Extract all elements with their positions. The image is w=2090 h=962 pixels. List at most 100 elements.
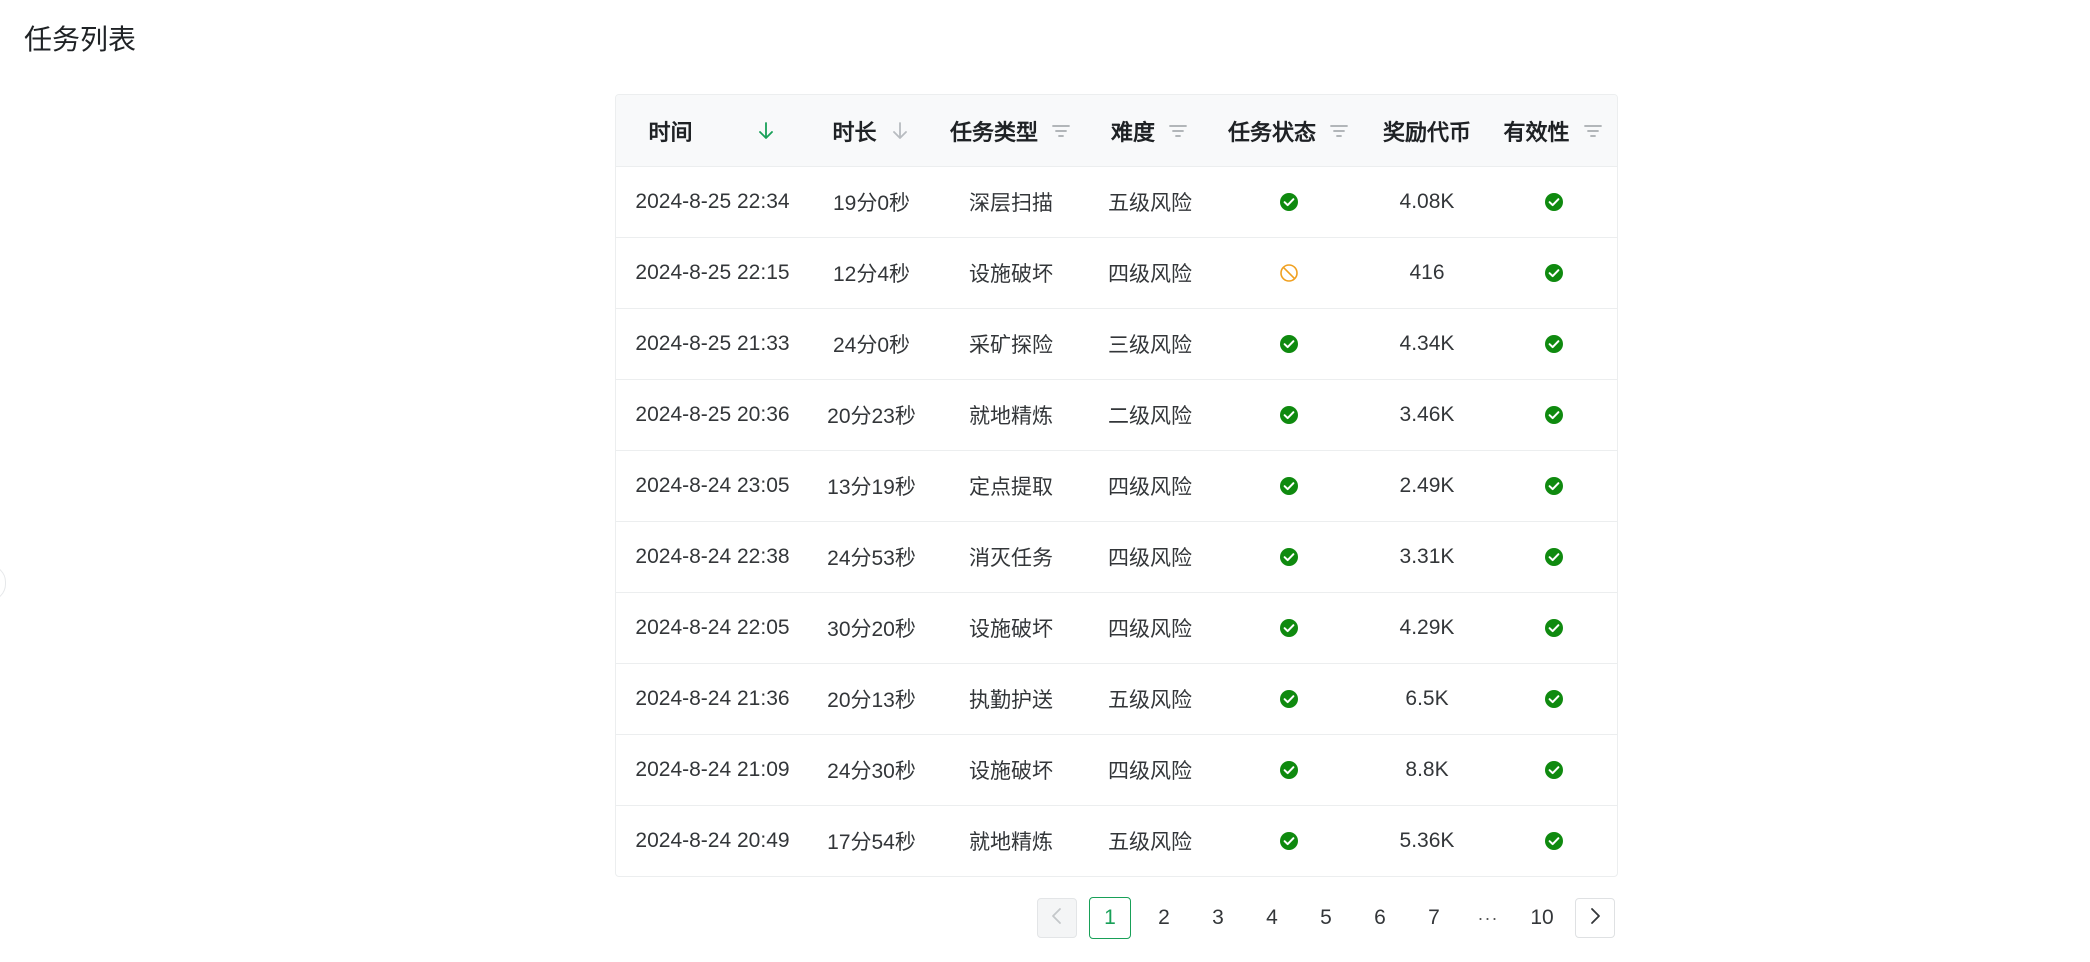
check-circle-icon — [1279, 616, 1299, 639]
column-header-label: 时间 — [648, 119, 693, 145]
page-item-1[interactable]: 1 — [1089, 897, 1131, 939]
filter-icon[interactable] — [1582, 120, 1604, 142]
column-header-validity: 有效性 — [1488, 95, 1617, 167]
cell-task-status — [1212, 308, 1366, 380]
column-header-time[interactable]: 时间 — [616, 95, 809, 167]
page-item-5[interactable]: 5 — [1305, 897, 1347, 939]
cell-duration: 24分30秒 — [809, 734, 934, 806]
check-circle-icon — [1279, 758, 1299, 781]
cell-duration: 19分0秒 — [809, 166, 934, 238]
column-header-label: 任务类型 — [949, 119, 1038, 145]
cell-duration: 24分0秒 — [809, 308, 934, 380]
check-circle-icon — [1279, 332, 1299, 355]
cell-duration: 20分13秒 — [809, 663, 934, 735]
cell-time: 2024-8-24 21:36 — [616, 663, 809, 735]
cell-reward: 6.5K — [1366, 663, 1488, 735]
column-header-label: 奖励代币 — [1382, 119, 1471, 145]
cell-task-status — [1212, 237, 1366, 309]
check-circle-icon — [1544, 758, 1564, 781]
column-header-duration[interactable]: 时长 — [809, 95, 934, 167]
cell-task-type: 采矿探险 — [934, 308, 1088, 380]
cell-task-status — [1212, 806, 1366, 877]
column-header-label: 时长 — [832, 119, 877, 145]
pagination: 1 2 3 4 5 6 7 ··· 10 — [1037, 897, 1615, 939]
cell-validity — [1488, 734, 1617, 806]
page: 任务列表 时间 时长 任务类型 难度 任务状态 奖励代币 有效性 2024-8-… — [0, 0, 2090, 962]
cell-validity — [1488, 806, 1617, 877]
cell-task-type: 设施破坏 — [934, 734, 1088, 806]
next-page-button[interactable] — [1575, 898, 1615, 938]
table-row: 2024-8-24 21:09 24分30秒 设施破坏 四级风险 8.8K — [616, 734, 1617, 806]
cell-time: 2024-8-24 22:38 — [616, 521, 809, 593]
check-circle-icon — [1544, 687, 1564, 710]
page-ellipsis[interactable]: ··· — [1467, 897, 1509, 939]
cell-task-status — [1212, 521, 1366, 593]
cell-difficulty: 二级风险 — [1088, 379, 1212, 451]
table-row: 2024-8-25 20:36 20分23秒 就地精炼 二级风险 3.46K — [616, 379, 1617, 451]
column-header-label: 任务状态 — [1227, 119, 1316, 145]
prev-page-button[interactable] — [1037, 898, 1077, 938]
cell-time: 2024-8-24 22:05 — [616, 592, 809, 664]
cell-reward: 4.08K — [1366, 166, 1488, 238]
cell-validity — [1488, 521, 1617, 593]
sort-desc-icon[interactable] — [889, 120, 911, 142]
table-row: 2024-8-25 22:34 19分0秒 深层扫描 五级风险 4.08K — [616, 166, 1617, 238]
table-row: 2024-8-25 22:15 12分4秒 设施破坏 四级风险 416 — [616, 237, 1617, 309]
cell-reward: 4.29K — [1366, 592, 1488, 664]
check-circle-icon — [1279, 545, 1299, 568]
cell-difficulty: 五级风险 — [1108, 831, 1192, 854]
cell-time: 2024-8-25 20:36 — [616, 379, 809, 451]
cell-reward: 5.36K — [1399, 829, 1455, 852]
page-title: 任务列表 — [24, 24, 137, 55]
cell-reward: 416 — [1366, 237, 1488, 309]
cell-validity — [1488, 663, 1617, 735]
cell-task-type: 设施破坏 — [934, 592, 1088, 664]
check-circle-icon — [1544, 261, 1564, 284]
cell-task-type: 就地精炼 — [934, 379, 1088, 451]
filter-icon[interactable] — [1167, 120, 1189, 142]
page-item-last[interactable]: 10 — [1521, 897, 1563, 939]
cell-task-status — [1212, 379, 1366, 451]
cell-task-status — [1212, 166, 1366, 238]
cell-task-type: 定点提取 — [934, 450, 1088, 522]
check-circle-icon — [1544, 474, 1564, 497]
cell-time: 2024-8-24 23:05 — [616, 450, 809, 522]
column-header-task-status: 任务状态 — [1212, 95, 1366, 167]
cell-difficulty: 四级风险 — [1088, 450, 1212, 522]
cell-reward: 3.31K — [1366, 521, 1488, 593]
table-row: 2024-8-24 22:38 24分53秒 消灭任务 四级风险 3.31K — [616, 521, 1617, 593]
sidebar-collapse-handle[interactable] — [0, 565, 6, 601]
sort-desc-active-icon[interactable] — [755, 120, 777, 142]
page-item-6[interactable]: 6 — [1359, 897, 1401, 939]
cell-time: 2024-8-25 21:33 — [616, 308, 809, 380]
column-header-label: 难度 — [1110, 119, 1155, 145]
cell-task-status — [1212, 663, 1366, 735]
cell-difficulty: 五级风险 — [1088, 663, 1212, 735]
chevron-right-icon — [1588, 907, 1602, 930]
cell-time: 2024-8-24 21:09 — [616, 734, 809, 806]
column-header-reward: 奖励代币 — [1366, 95, 1488, 167]
cell-reward: 8.8K — [1366, 734, 1488, 806]
cell-duration: 17分54秒 — [827, 831, 916, 854]
page-item-7[interactable]: 7 — [1413, 897, 1455, 939]
check-circle-icon — [1279, 829, 1299, 852]
page-item-2[interactable]: 2 — [1143, 897, 1185, 939]
prohibited-icon — [1279, 261, 1299, 284]
check-circle-icon — [1279, 403, 1299, 426]
check-circle-icon — [1544, 616, 1564, 639]
cell-time: 2024-8-25 22:15 — [616, 237, 809, 309]
filter-icon[interactable] — [1328, 120, 1350, 142]
check-circle-icon — [1544, 190, 1564, 213]
cell-validity — [1488, 308, 1617, 380]
table-row: 2024-8-24 21:36 20分13秒 执勤护送 五级风险 6.5K — [616, 663, 1617, 735]
cell-validity — [1488, 166, 1617, 238]
table-body: 2024-8-25 22:34 19分0秒 深层扫描 五级风险 4.08K 2024-8-… — [616, 166, 1617, 877]
chevron-left-icon — [1050, 907, 1064, 930]
page-item-3[interactable]: 3 — [1197, 897, 1239, 939]
cell-task-type: 设施破坏 — [934, 237, 1088, 309]
column-header-difficulty: 难度 — [1088, 95, 1212, 167]
cell-validity — [1488, 379, 1617, 451]
cell-reward: 3.46K — [1366, 379, 1488, 451]
page-item-4[interactable]: 4 — [1251, 897, 1293, 939]
filter-icon[interactable] — [1050, 120, 1072, 142]
